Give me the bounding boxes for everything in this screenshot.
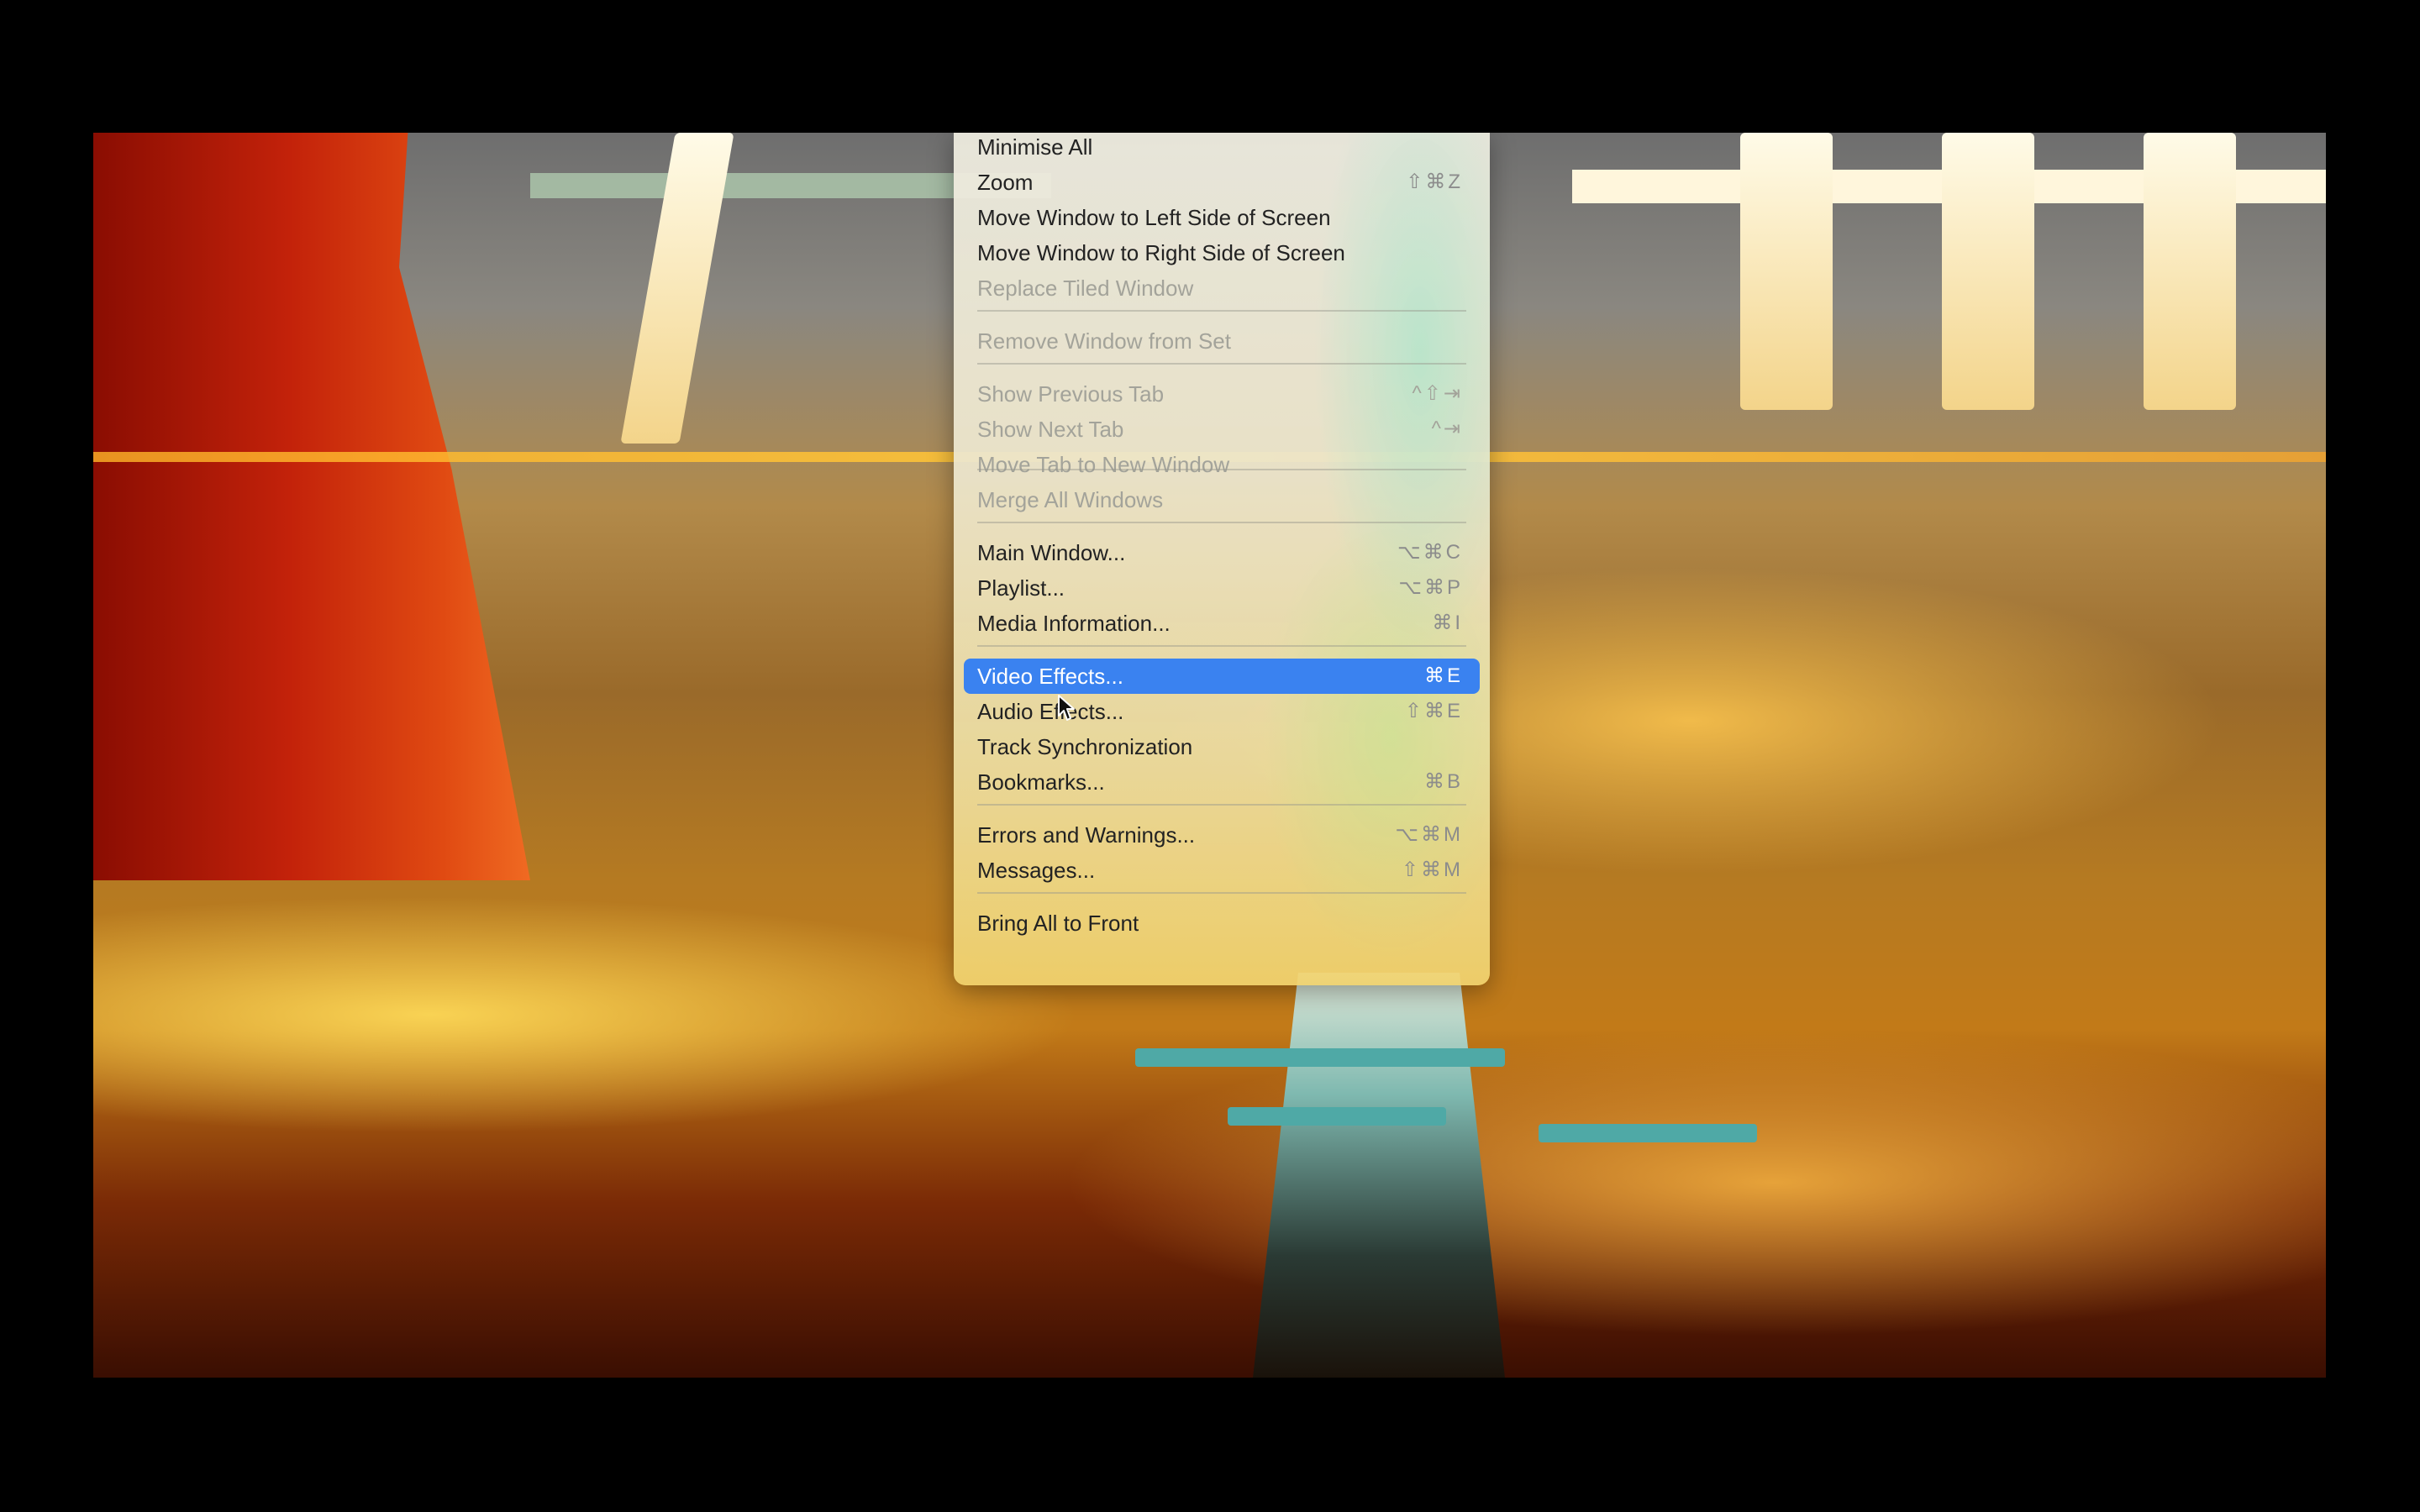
menu-item[interactable]: Bookmarks... ⌘B [964, 764, 1480, 800]
menu-item-shortcut: ⌘I [1432, 612, 1463, 634]
menu-item[interactable]: Media Information... ⌘I [964, 606, 1480, 641]
menu-item-shortcut: ^⇥ [1431, 417, 1463, 440]
menu-item-label: Minimise All [977, 134, 1093, 160]
menu-item[interactable]: Minimise All [964, 133, 1480, 165]
video-track-rung [1135, 1048, 1505, 1067]
screen: Minimise All Zoom ⇧⌘Z Move Window to Left S… [0, 0, 2420, 1512]
menu-item-label: Move Tab to New Window [977, 452, 1230, 477]
menu-item-shortcut: ⌘B [1423, 770, 1463, 793]
video-track-rung [1228, 1107, 1446, 1126]
menu-item[interactable]: Messages... ⇧⌘M [964, 853, 1480, 888]
menu-item-label: Show Next Tab [977, 417, 1124, 442]
video-fence-post [2144, 133, 2236, 410]
menu-item-label: Move Window to Right Side of Screen [977, 240, 1345, 265]
menu-item[interactable]: Move Window to Right Side of Screen [964, 235, 1480, 270]
menu-item-label: Replace Tiled Window [977, 276, 1194, 301]
menu-item-shortcut: ⌘E [1423, 664, 1463, 687]
menu-item: Replace Tiled Window [964, 270, 1480, 306]
menu-item-label: Video Effects... [977, 664, 1123, 689]
menu-separator [977, 645, 1466, 647]
menu-separator [977, 804, 1466, 806]
menu-separator [977, 310, 1466, 312]
menu-item-label: Errors and Warnings... [977, 822, 1196, 848]
menu-item-shortcut: ⇧⌘Z [1406, 171, 1463, 193]
menu-item: Merge All Windows [964, 482, 1480, 517]
menu-item-label: Show Previous Tab [977, 381, 1165, 407]
menu-separator [977, 469, 1466, 470]
video-track [1253, 973, 1505, 1378]
menu-item-label: Audio Effects... [977, 699, 1124, 724]
video-fence-post [1942, 133, 2034, 410]
menu-item-shortcut: ⌥⌘C [1397, 541, 1463, 564]
menu-item: Remove Window from Set [964, 323, 1480, 359]
menu-item-shortcut: ⇧⌘M [1401, 858, 1463, 881]
menu-separator [977, 522, 1466, 523]
menu-item-label: Main Window... [977, 540, 1126, 565]
menu-item: Show Next Tab ^⇥ [964, 412, 1480, 447]
menu-item-shortcut: ^⇧⇥ [1412, 382, 1463, 405]
menu-item-label: Playlist... [977, 575, 1065, 601]
menu-item[interactable]: Audio Effects... ⇧⌘E [964, 694, 1480, 729]
menu-item-label: Merge All Windows [977, 487, 1164, 512]
menu-item-shortcut: ⌥⌘P [1398, 576, 1463, 599]
menu-item[interactable]: Bring All to Front [964, 906, 1480, 941]
video-red-figure [93, 133, 530, 880]
menu-item: Move Tab to New Window [964, 447, 1480, 482]
video-track-rung [1539, 1124, 1757, 1142]
menu-item[interactable]: Main Window... ⌥⌘C [964, 535, 1480, 570]
menu-item-label: Zoom [977, 170, 1034, 195]
menu-item[interactable]: Video Effects... ⌘E [964, 659, 1480, 694]
arrow-cursor-icon [1058, 695, 1075, 721]
menu-separator [977, 363, 1466, 365]
menu-item-label: Track Synchronization [977, 734, 1193, 759]
video-fence-post [1740, 133, 1833, 410]
menu-item-label: Bookmarks... [977, 769, 1105, 795]
menu-item: Show Previous Tab ^⇧⇥ [964, 376, 1480, 412]
menu-item-label: Move Window to Left Side of Screen [977, 205, 1331, 230]
menu-item[interactable]: Move Window to Left Side of Screen [964, 200, 1480, 235]
menu-separator [977, 892, 1466, 894]
menu-item-label: Media Information... [977, 611, 1171, 636]
menu-item-label: Messages... [977, 858, 1096, 883]
menu-item-label: Remove Window from Set [977, 328, 1231, 354]
window-menu: Minimise All Zoom ⇧⌘Z Move Window to Left S… [954, 133, 1490, 985]
menu-item-shortcut: ⌥⌘M [1395, 823, 1463, 846]
menu-item[interactable]: Errors and Warnings... ⌥⌘M [964, 817, 1480, 853]
menu-item[interactable]: Playlist... ⌥⌘P [964, 570, 1480, 606]
menu-item-shortcut: ⇧⌘E [1404, 700, 1463, 722]
menu-item[interactable]: Track Synchronization [964, 729, 1480, 764]
menu-item[interactable]: Zoom ⇧⌘Z [964, 165, 1480, 200]
menu-item-label: Bring All to Front [977, 911, 1139, 936]
